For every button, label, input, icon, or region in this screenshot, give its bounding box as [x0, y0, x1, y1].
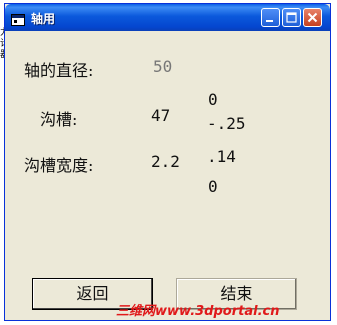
- groove-lower-deviation: -.25: [207, 114, 246, 133]
- groove-label: 沟槽:: [40, 110, 78, 129]
- maximize-icon: [286, 12, 297, 23]
- groove-width-label: 沟槽宽度:: [24, 156, 94, 175]
- groove-upper-deviation: 0: [208, 90, 218, 109]
- groove-value: 47: [151, 106, 171, 125]
- dialog-window: 轴用 轴的直径: 50 沟槽: 47 0 -.25 沟槽宽度: 2.2 .14 …: [4, 3, 331, 321]
- groove-width-upper-deviation: .14: [207, 147, 236, 166]
- close-button[interactable]: [303, 8, 322, 27]
- site-watermark: 三维网www.3dportal.cn: [116, 304, 280, 319]
- app-window-icon: [11, 11, 25, 26]
- groove-width-lower-deviation: 0: [208, 177, 218, 196]
- window-title: 轴用: [31, 12, 56, 26]
- minimize-button[interactable]: [261, 8, 280, 27]
- title-bar[interactable]: 轴用: [5, 4, 330, 31]
- groove-width-value: 2.2: [151, 152, 180, 171]
- client-area: 轴的直径: 50 沟槽: 47 0 -.25 沟槽宽度: 2.2 .14 0 返…: [8, 31, 327, 317]
- close-icon: [307, 12, 318, 23]
- shaft-diameter-label: 轴的直径:: [24, 61, 94, 80]
- minimize-icon: [266, 20, 273, 22]
- shaft-diameter-value: 50: [153, 57, 173, 76]
- maximize-button[interactable]: [282, 8, 301, 27]
